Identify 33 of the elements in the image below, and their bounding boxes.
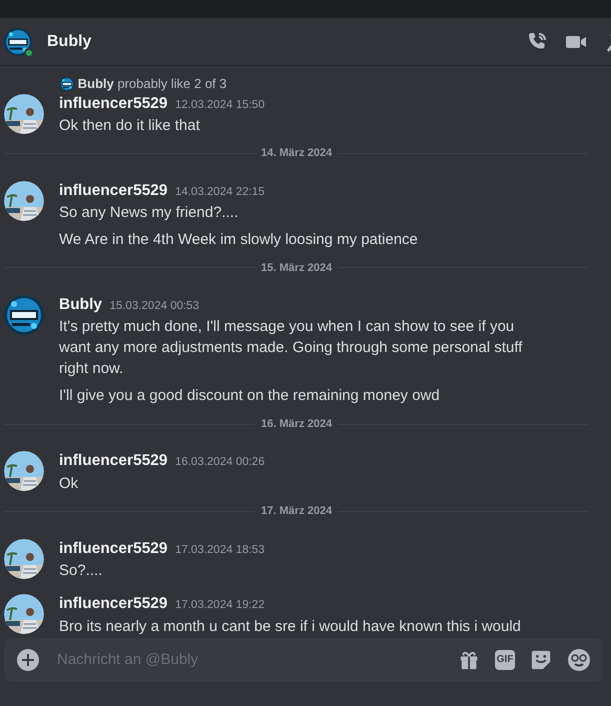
username[interactable]: influencer5529 xyxy=(59,92,168,115)
timestamp: 17.03.2024 19:22 xyxy=(175,598,265,614)
timestamp: 14.03.2024 22:15 xyxy=(175,184,265,200)
timestamp: 17.03.2024 18:53 xyxy=(175,542,265,558)
date-divider-label: 15. März 2024 xyxy=(260,260,333,276)
gift-icon[interactable] xyxy=(458,649,480,671)
channel-title: Bubly xyxy=(47,32,92,52)
message-input[interactable]: Nachricht an @Bubly xyxy=(55,648,443,672)
message-text: Ok xyxy=(59,474,80,494)
date-divider-label: 16. März 2024 xyxy=(260,416,333,432)
message-text: Bro its nearly a month u cant be sre if i would have known this i would xyxy=(59,616,522,636)
date-divider-label: 14. März 2024 xyxy=(260,146,333,162)
date-divider-label: 17. März 2024 xyxy=(260,504,333,519)
username[interactable]: Bubly xyxy=(59,293,102,316)
username[interactable]: influencer5529 xyxy=(59,449,168,472)
sticker-icon[interactable] xyxy=(530,649,552,671)
message-text: So?.... xyxy=(59,560,104,581)
timestamp: 16.03.2024 00:26 xyxy=(175,455,265,470)
message-text: Ok then do it like that xyxy=(59,116,201,136)
username[interactable]: influencer5529 xyxy=(59,592,168,616)
gif-button[interactable]: GIF xyxy=(495,650,515,670)
timestamp: 12.03.2024 15:50 xyxy=(175,98,265,112)
username[interactable]: influencer5529 xyxy=(59,536,168,560)
message-text: I'll give you a good discount on the remaining money owd xyxy=(59,386,441,406)
message-text: We Are in the 4th Week im slowly loosing my patience xyxy=(59,230,419,250)
username[interactable]: influencer5529 xyxy=(59,178,168,202)
emoji-icon[interactable] xyxy=(567,648,591,672)
message-text: It's pretty much done, I'll message you when I can show to see if you want any more adjustments made. Going through some personal stuff right now. xyxy=(59,317,524,380)
message-text: So any News my friend?.... xyxy=(59,203,240,223)
reply-preview[interactable]: Bubly probably like 2 of 3 xyxy=(78,76,227,92)
add-icon[interactable] xyxy=(16,648,40,672)
timestamp: 15.03.2024 00:53 xyxy=(110,299,200,314)
message-composer[interactable]: Nachricht an @Bubly GIF xyxy=(4,638,603,682)
